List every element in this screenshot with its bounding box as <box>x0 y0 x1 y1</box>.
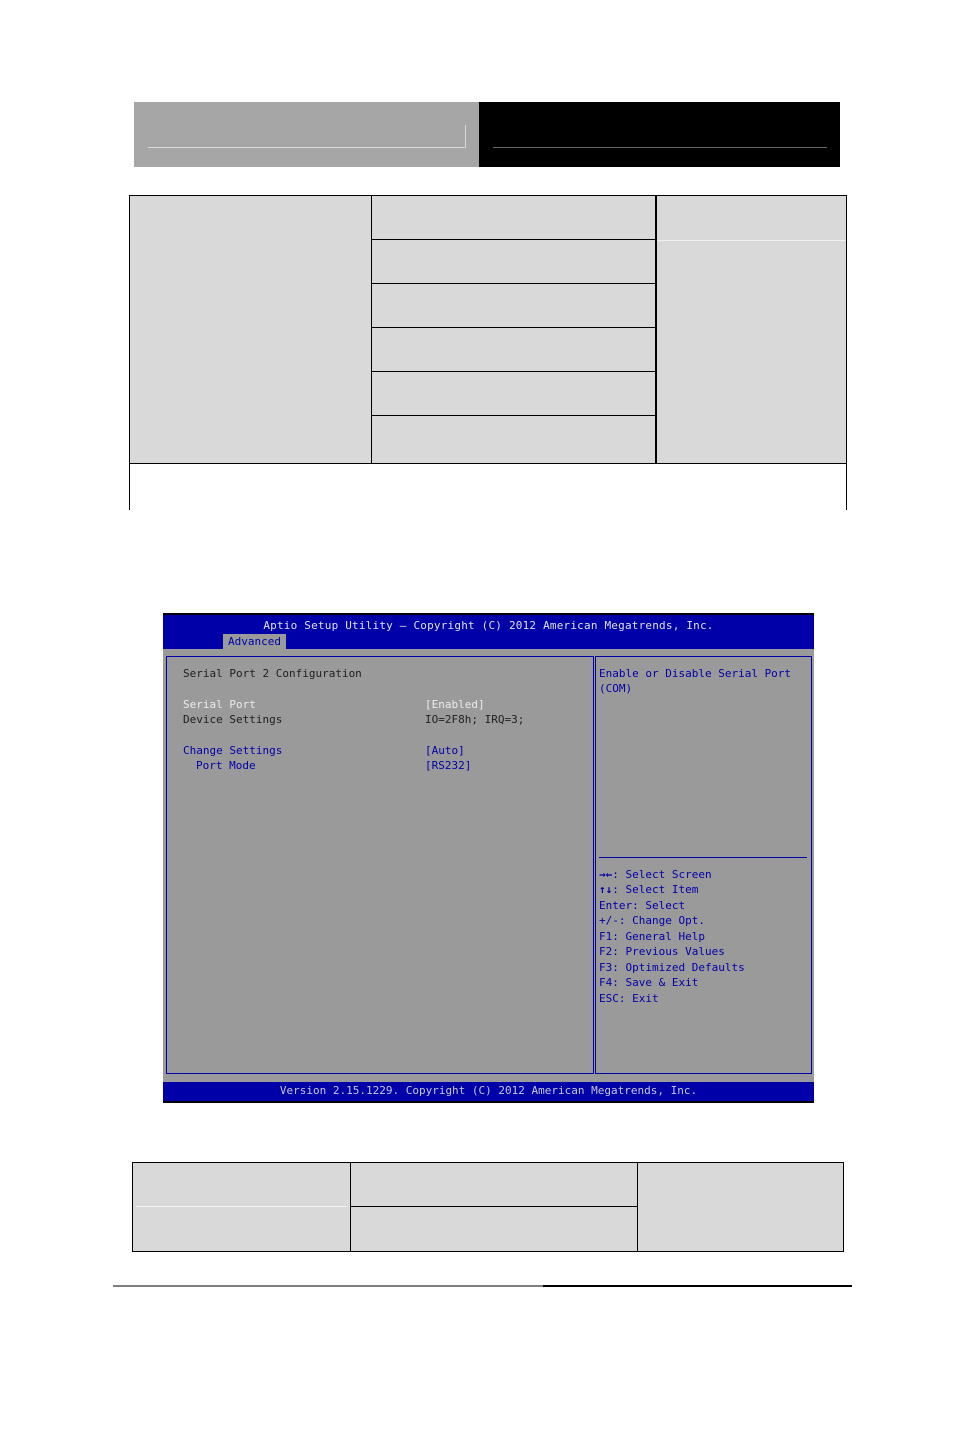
table-cell-description <box>657 196 846 463</box>
key-help-f4: F4: Save & Exit <box>599 976 699 989</box>
bios-body: Serial Port 2 Configuration Serial Port … <box>163 649 814 1082</box>
table-cell-value <box>372 284 655 328</box>
table-note-row <box>130 463 846 510</box>
table-cell-description <box>638 1163 843 1251</box>
table-cell-option-values <box>372 196 657 463</box>
options-table-2 <box>132 1162 844 1252</box>
help-text-line: Enable or Disable Serial Port <box>599 667 792 680</box>
bios-setup-screen: Aptio Setup Utility – Copyright (C) 2012… <box>163 613 814 1103</box>
table-cell-option-name <box>133 1163 351 1251</box>
arrow-left-right-icon: →← <box>599 868 613 881</box>
header-rule <box>493 147 827 148</box>
key-help-change-opt: +/-: Change Opt. <box>599 914 705 927</box>
table-cell-value <box>372 240 655 284</box>
bios-title-bar: Aptio Setup Utility – Copyright (C) 2012… <box>163 615 814 650</box>
table-cell-value <box>372 372 655 416</box>
help-divider <box>599 857 807 858</box>
bios-footer: Version 2.15.1229. Copyright (C) 2012 Am… <box>163 1082 814 1101</box>
help-pane: Enable or Disable Serial Port (COM) →←: … <box>595 656 812 1074</box>
table-cell-default <box>657 196 846 241</box>
section-title: Serial Port 2 Configuration <box>183 667 362 680</box>
table-cell-option-values <box>351 1163 638 1251</box>
setting-device-settings-label: Device Settings <box>183 713 283 726</box>
page-footer-rule <box>543 1285 852 1287</box>
settings-pane: Serial Port 2 Configuration Serial Port … <box>166 656 594 1074</box>
bios-title: Aptio Setup Utility – Copyright (C) 2012… <box>263 619 714 632</box>
setting-change-settings-value[interactable]: [Auto] <box>425 744 465 758</box>
page-header-right <box>479 102 840 167</box>
setting-port-mode-label[interactable]: Port Mode <box>196 759 256 773</box>
key-help-f3: F3: Optimized Defaults <box>599 961 745 974</box>
key-help-enter: Enter: Select <box>599 899 686 912</box>
tab-advanced[interactable]: Advanced <box>223 634 286 650</box>
header-rule-vertical <box>465 125 466 148</box>
table-cell-divider <box>136 1206 347 1207</box>
key-help-f1: F1: General Help <box>599 930 705 943</box>
arrow-up-down-icon: ↑↓ <box>599 883 613 896</box>
key-help-select-screen: →←: Select Screen <box>599 868 712 881</box>
table-cell-value <box>372 328 655 372</box>
page-footer-rule <box>113 1285 543 1287</box>
page-header-left <box>134 102 479 167</box>
setting-serial-port-label[interactable]: Serial Port <box>183 698 256 712</box>
header-rule <box>148 147 466 148</box>
key-help-select-item: ↑↓: Select Item <box>599 883 699 896</box>
setting-port-mode-value[interactable]: [RS232] <box>425 759 471 773</box>
table-cell-value <box>351 1207 637 1251</box>
help-text-line: (COM) <box>599 682 633 695</box>
setting-device-settings-value: IO=2F8h; IRQ=3; <box>425 713 525 726</box>
key-help-esc: ESC: Exit <box>599 992 659 1005</box>
key-help-f2: F2: Previous Values <box>599 945 725 958</box>
options-table <box>129 195 847 510</box>
setting-change-settings-label[interactable]: Change Settings <box>183 744 282 758</box>
setting-serial-port-value[interactable]: [Enabled] <box>425 698 485 712</box>
table-cell-value <box>351 1163 637 1207</box>
table-cell-value <box>372 196 655 240</box>
table-cell-value <box>372 416 655 460</box>
table-cell-option-name <box>130 196 372 463</box>
